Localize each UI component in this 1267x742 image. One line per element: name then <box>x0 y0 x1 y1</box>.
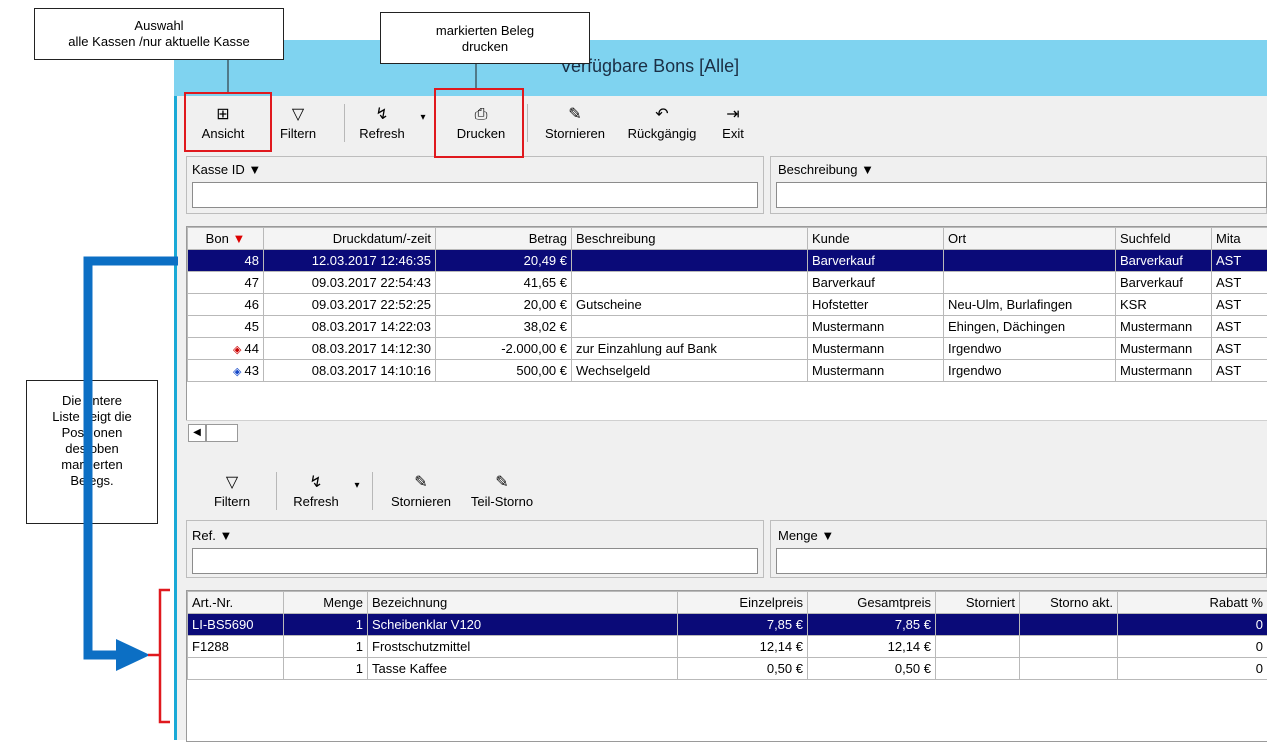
red-bracket <box>160 590 170 722</box>
blue-arrow-connector <box>88 261 178 655</box>
blue-arrow-head <box>116 639 150 671</box>
annotation-overlay <box>0 0 1267 740</box>
